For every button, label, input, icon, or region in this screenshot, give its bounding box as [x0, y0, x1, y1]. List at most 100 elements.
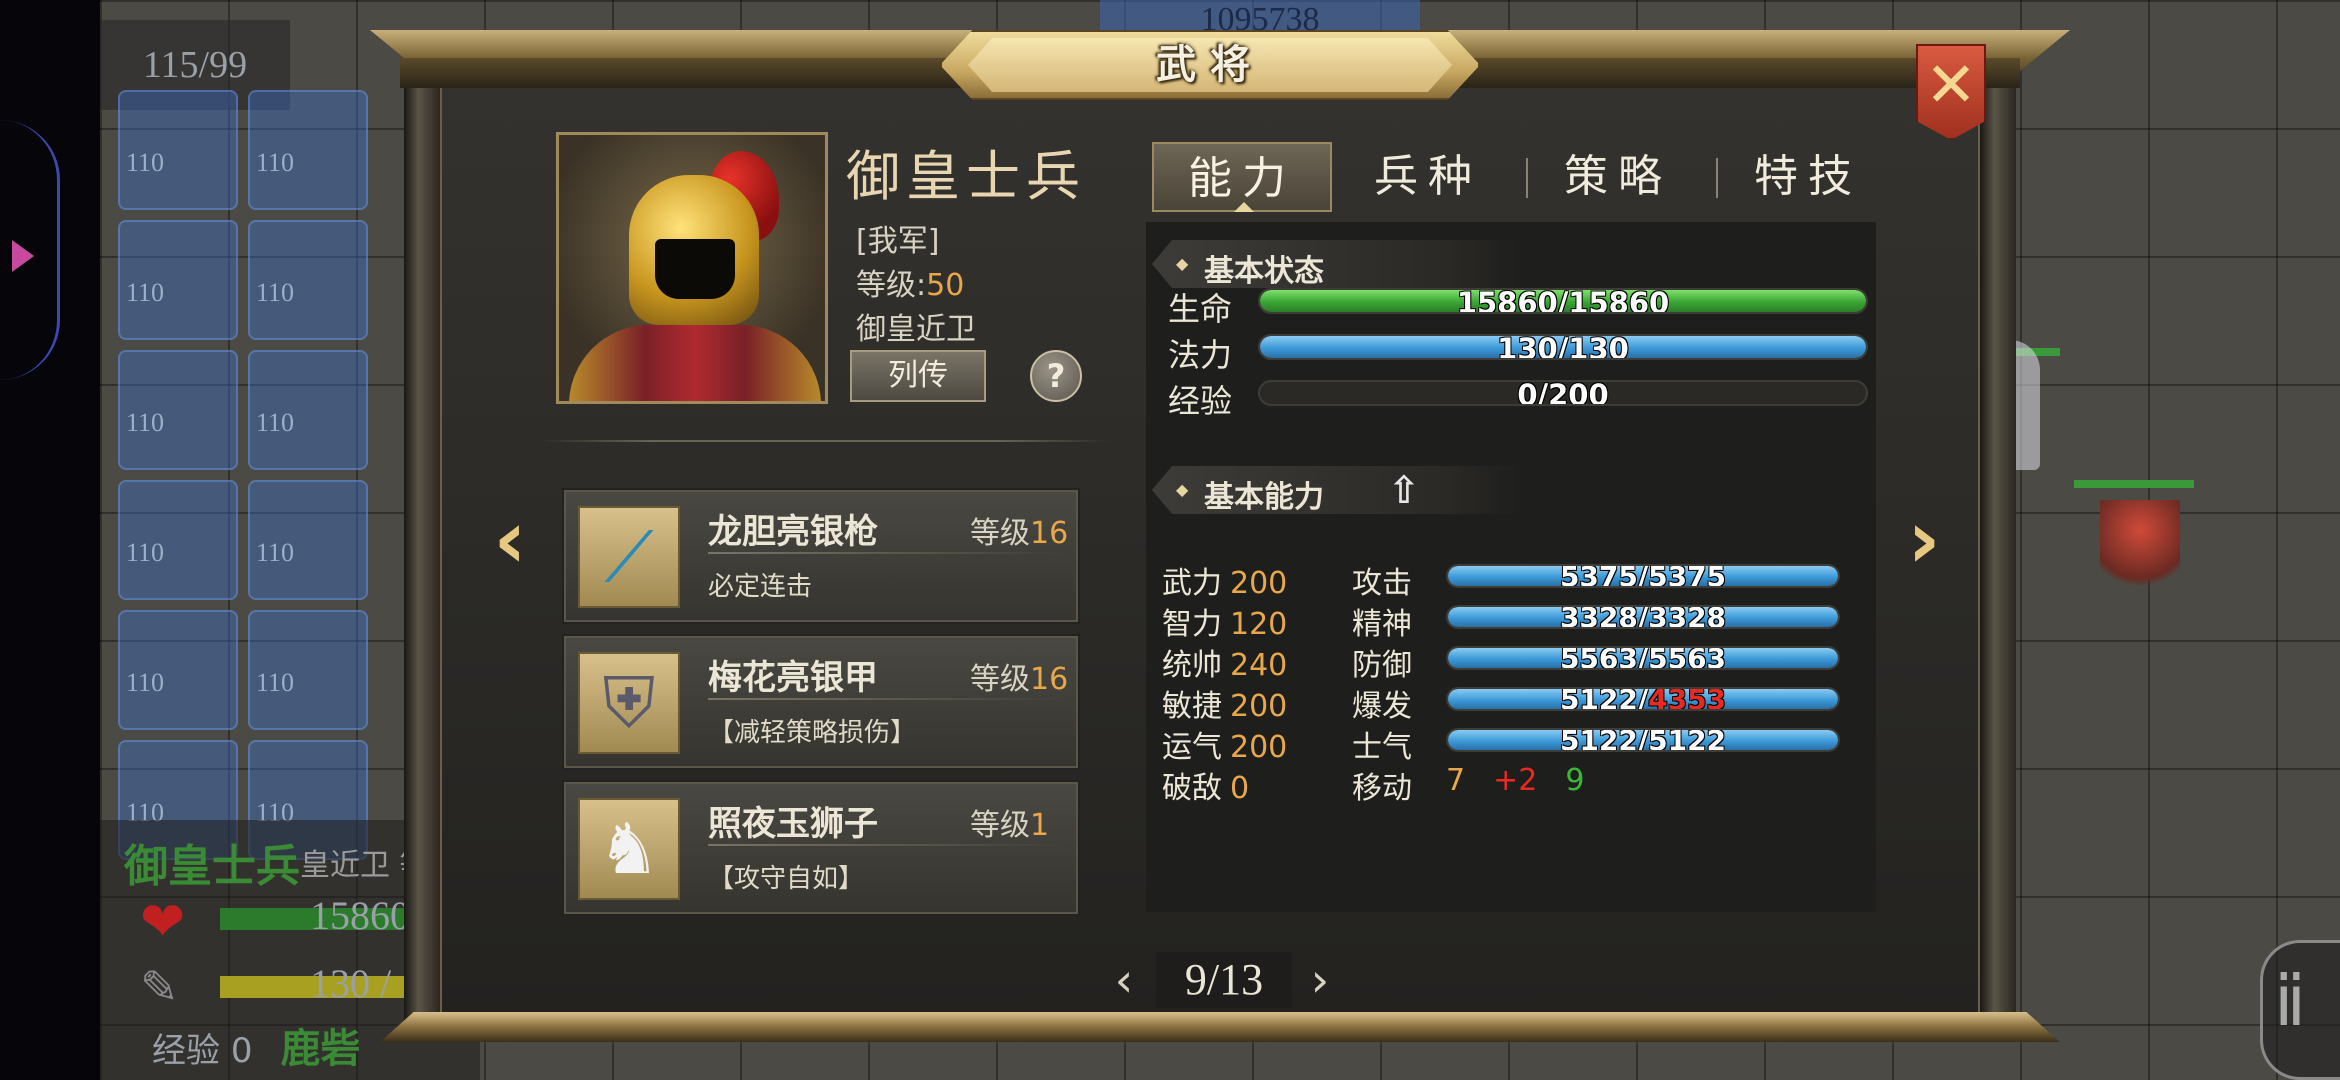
attr-value: 240: [1230, 648, 1288, 683]
range-cell[interactable]: 110: [248, 90, 368, 210]
hero-unit-type: 御皇近卫: [856, 312, 976, 347]
range-cell[interactable]: 110: [248, 220, 368, 340]
attr-value: 120: [1230, 607, 1288, 642]
move-bonus: +2: [1493, 763, 1538, 798]
attr-breakthrough: 破敌 0: [1162, 763, 1249, 807]
attr-label: 敏捷: [1162, 689, 1222, 724]
spirit-bar: 3328/3328: [1446, 605, 1840, 629]
attr-value: 200: [1230, 730, 1288, 765]
burst-max: 4353: [1648, 687, 1727, 711]
equipment-divider: [708, 552, 1066, 554]
range-cell[interactable]: 110: [248, 350, 368, 470]
morale-current: 5122: [1559, 728, 1638, 752]
defense-value: 5563/5563: [1448, 646, 1838, 670]
attr-label: 智力: [1162, 607, 1222, 642]
attr-command: 统帅 240: [1162, 640, 1287, 684]
hp-value: 15860/15860: [1456, 288, 1670, 314]
range-cell[interactable]: 110: [248, 480, 368, 600]
equipment-slot-weapon[interactable]: ⟋ 龙胆亮银枪 等级16 必定连击: [562, 488, 1080, 624]
attack-max: 5375: [1648, 564, 1727, 588]
burst-bar: 5122/4353: [1446, 687, 1840, 711]
equipment-level-label: 等级: [970, 516, 1030, 551]
equipment-name: 照夜玉狮子: [708, 804, 878, 844]
defense-current: 5563: [1559, 646, 1638, 670]
equipment-name: 梅花亮银甲: [708, 658, 878, 698]
range-cell-label: 110: [126, 668, 165, 697]
mp-bar: 130/130: [1258, 334, 1868, 360]
range-cell-label: 110: [256, 408, 295, 437]
unit-exp-label: 经验: [152, 1031, 220, 1071]
equipment-desc: 【攻守自如】: [708, 864, 865, 894]
equipment-slot-mount[interactable]: ♞ 照夜玉狮子 等级1 【攻守自如】: [562, 780, 1080, 916]
frame-bottom-bar: [380, 1012, 2060, 1042]
attr-value: 200: [1230, 566, 1288, 601]
basic-status-header: ◆ 基本状态: [1152, 240, 1522, 288]
tab-ability[interactable]: 能力: [1152, 142, 1332, 212]
range-cell[interactable]: 110: [118, 610, 238, 730]
attr-value: 0: [1230, 771, 1250, 806]
close-button[interactable]: ✕: [1916, 44, 1986, 140]
hero-name: 御皇士兵: [846, 145, 1086, 208]
terrain-label: 鹿砦: [280, 1026, 361, 1072]
help-button[interactable]: ?: [1030, 350, 1082, 402]
move-total: 9: [1565, 763, 1585, 798]
range-cell-label: 110: [256, 538, 295, 567]
combat-label-burst: 爆发: [1352, 689, 1412, 724]
portrait-shoulders: [569, 325, 821, 401]
next-hero-arrow-icon[interactable]: ›: [1898, 500, 1950, 580]
ally-unit-sprite[interactable]: [2060, 480, 2200, 620]
menu-glyph-icon: ⅱ: [2274, 964, 2307, 1041]
morale-bar: 5122/5122: [1446, 728, 1840, 752]
attack-value: 5375/5375: [1448, 564, 1838, 588]
attr-label: 武力: [1162, 566, 1222, 601]
range-cell[interactable]: 110: [118, 220, 238, 340]
hero-level-value: 50: [926, 268, 965, 303]
upgrade-arrow-icon[interactable]: ⇧: [1384, 470, 1424, 510]
spirit-max: 3328: [1648, 605, 1727, 629]
attack-current: 5375: [1559, 564, 1638, 588]
hp-label: 生命: [1168, 290, 1233, 328]
burst-value: 5122/4353: [1448, 687, 1838, 711]
basic-ability-title: 基本能力: [1204, 480, 1324, 515]
spirit-value: 3328/3328: [1448, 605, 1838, 629]
feather-icon: ✎: [140, 960, 179, 1014]
range-cell[interactable]: 110: [118, 90, 238, 210]
stats-panel: ◆ 基本状态 生命 15860/15860 法力 130/130 经验 0/20…: [1146, 222, 1876, 912]
combat-label-attack: 攻击: [1352, 566, 1412, 601]
attr-label: 破敌: [1162, 771, 1222, 806]
general-dialog: 武将 ✕ ‹ › 御皇士兵 [我军] 等级:50 御皇近卫 列传 ? ⟋ 龙胆亮…: [370, 30, 2070, 1042]
hero-portrait: [556, 132, 828, 404]
combat-label-defense: 防御: [1352, 648, 1412, 683]
morale-max: 5122: [1648, 728, 1727, 752]
equipment-level: 等级1: [970, 800, 1049, 844]
prev-hero-arrow-icon[interactable]: ‹: [484, 500, 536, 580]
move-label: 移动: [1352, 771, 1412, 806]
mp-value: 130/130: [1497, 334, 1629, 360]
range-cell[interactable]: 110: [118, 480, 238, 600]
range-cell-label: 110: [256, 278, 295, 307]
tab-troop-type[interactable]: 兵种: [1338, 142, 1518, 212]
mp-label: 法力: [1168, 336, 1233, 374]
attack-bar: 5375/5375: [1446, 564, 1840, 588]
hero-level-label: 等级:: [856, 268, 927, 303]
biography-button[interactable]: 列传: [850, 350, 986, 402]
equipment-slot-armor[interactable]: ⛨ 梅花亮银甲 等级16 【减轻策略损伤】: [562, 634, 1080, 770]
tab-strategy[interactable]: 策略: [1528, 142, 1708, 212]
range-cell[interactable]: 110: [118, 350, 238, 470]
range-cell-label: 110: [126, 408, 165, 437]
range-cell[interactable]: 110: [248, 610, 368, 730]
tab-skills[interactable]: 特技: [1718, 142, 1898, 212]
defense-max: 5563: [1648, 646, 1727, 670]
exp-label: 经验: [1168, 382, 1233, 420]
equipment-level: 等级16: [970, 654, 1068, 698]
pager-prev-icon[interactable]: ‹: [1104, 952, 1144, 1008]
diamond-bullet-icon: ◆: [1176, 480, 1189, 499]
unit-exp-value: 0: [230, 1031, 253, 1071]
equipment-divider: [708, 844, 1066, 846]
attr-label: 统帅: [1162, 648, 1222, 683]
pager-next-icon[interactable]: ›: [1300, 952, 1340, 1008]
attr-label: 运气: [1162, 730, 1222, 765]
hero-faction: [我军]: [856, 224, 940, 259]
unit-body: [2100, 500, 2180, 600]
expand-arrow-icon[interactable]: [12, 240, 34, 272]
